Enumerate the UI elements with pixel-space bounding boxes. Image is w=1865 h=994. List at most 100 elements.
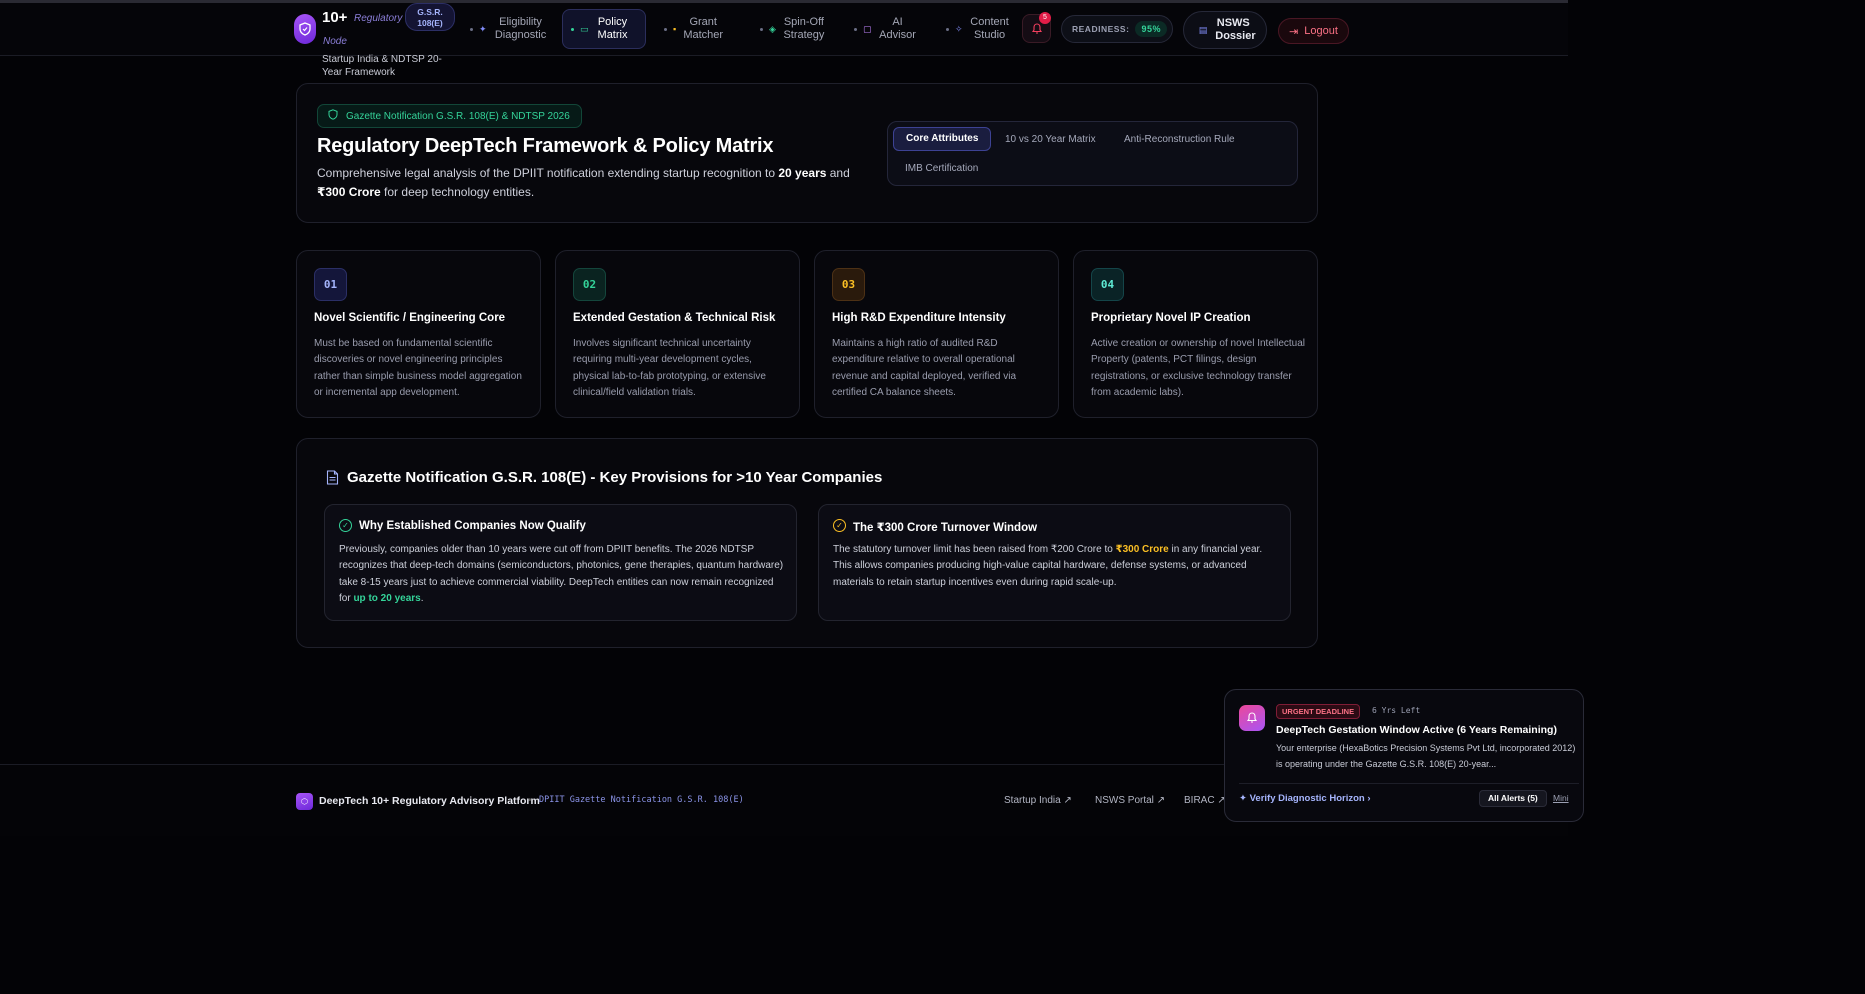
document-icon: ▭ [580,23,589,34]
brand-node: Node [323,36,347,47]
tab-core-attributes[interactable]: Core Attributes [893,127,992,151]
sparkle-icon: ✦ [1239,793,1247,804]
logout-button[interactable]: ⇥ Logout [1278,18,1349,44]
footer-logo-icon: ⬡ [296,793,313,810]
footer-link-startup-india[interactable]: Startup India ↗ [1004,795,1072,806]
footer-gazette: DPIIT Gazette Notification G.S.R. 108(E) [539,795,744,805]
link-label: Startup India [1004,795,1061,806]
nav-dot [760,27,763,31]
tab-10-vs-20-year-matrix[interactable]: 10 vs 20 Year Matrix [993,128,1108,152]
nav-spin-off-strategy[interactable]: ◈ Spin-Off Strategy [752,9,834,49]
urgent-badge: URGENT DEADLINE [1276,704,1361,719]
attribute-description: Must be based on fundamental scientific … [314,338,522,399]
external-link-icon: ↗ [1156,795,1166,806]
toast-body: Your enterprise (HexaBotics Precision Sy… [1276,743,1576,769]
nav-dot [664,27,667,31]
verify-label: Verify Diagnostic Horizon [1249,793,1365,804]
footer-link-nsws-portal[interactable]: NSWS Portal ↗ [1095,795,1165,806]
attribute-card: 01 Novel Scientific / Engineering Core M… [296,250,541,418]
chat-icon: ▢ [863,23,872,34]
attribute-number: 02 [573,268,606,301]
verify-diagnostic-link[interactable]: ✦ Verify Diagnostic Horizon › [1239,793,1371,804]
nav-eligibility-diagnostic[interactable]: ✦ Eligibility Diagnostic [462,9,557,49]
provision-highlight: ₹300 Crore [1115,544,1169,555]
time-left: 6 Yrs Left [1372,706,1421,715]
gazette-badge-text: Gazette Notification G.S.R. 108(E) & NDT… [346,110,570,122]
attribute-number: 04 [1091,268,1124,301]
footer-platform-name: DeepTech 10+ Regulatory Advisory Platfor… [319,795,540,807]
shield-logo-icon[interactable] [294,14,316,44]
provision-body: The statutory turnover limit has been ra… [833,544,1116,555]
nav-content-studio[interactable]: ✧ Content Studio [938,9,1019,49]
link-label: NSWS Portal [1095,795,1154,806]
desc-text: and [826,166,850,180]
provision-text: Previously, companies older than 10 year… [339,542,784,608]
nav-label: Eligibility Diagnostic [494,16,547,41]
nav-label: AI Advisor [879,16,916,41]
all-alerts-button[interactable]: All Alerts (5) [1479,790,1547,807]
attribute-title: High R&D Expenditure Intensity [832,312,1006,324]
attribute-card: 02 Extended Gestation & Technical Risk I… [555,250,800,418]
attribute-card: 04 Proprietary Novel IP Creation Active … [1073,250,1318,418]
provision-end: . [420,593,424,605]
nav-dot [571,27,574,31]
attribute-number: 01 [314,268,347,301]
provision-card-turnover: ✓ The ₹300 Crore Turnover Window The sta… [818,504,1291,621]
external-link-icon: ↗ [1063,795,1072,806]
nsws-dossier-button[interactable]: ▤ NSWS Dossier [1183,11,1267,49]
attribute-number: 03 [832,268,865,301]
shield-icon [328,109,338,123]
nav-label: Content Studio [970,16,1009,41]
attribute-title: Extended Gestation & Technical Risk [573,312,776,324]
provisions-section: Gazette Notification G.S.R. 108(E) - Key… [296,438,1318,648]
lock-icon: ▪ [673,23,677,34]
desc-highlight-crore: ₹300 Crore [317,185,381,199]
tab-anti-reconstruction-rule[interactable]: Anti-Reconstruction Rule [1112,128,1247,152]
tab-imb-certification[interactable]: IMB Certification [893,157,990,181]
attribute-card: 03 High R&D Expenditure Intensity Mainta… [814,250,1059,418]
provision-text: The statutory turnover limit has been ra… [833,542,1278,591]
desc-text: Comprehensive legal analysis of the DPII… [317,166,779,180]
gsr-pill: G.S.R. 108(E) [405,3,455,31]
nav-ai-advisor[interactable]: ▢ AI Advisor [846,9,926,49]
readiness-label: READINESS: [1072,24,1130,34]
provision-title: Why Established Companies Now Qualify [359,520,586,532]
urgent-deadline-toast: URGENT DEADLINE 6 Yrs Left DeepTech Gest… [1224,689,1584,822]
attribute-description: Involves significant technical uncertain… [573,338,766,399]
nav-policy-matrix[interactable]: ▭ Policy Matrix [562,9,646,49]
nav-dot [946,27,949,31]
gazette-badge: Gazette Notification G.S.R. 108(E) & NDT… [317,104,582,128]
readiness-indicator: READINESS: 95% [1061,15,1173,43]
attribute-title: Proprietary Novel IP Creation [1091,312,1251,324]
notification-badge: 5 [1039,12,1051,24]
nav-grant-matcher[interactable]: ▪ Grant Matcher [656,9,732,49]
desc-highlight-years: 20 years [778,166,827,180]
document-icon [326,470,339,490]
brand-tag: Regulatory [354,13,403,24]
desc-text: for deep technology entities. [380,185,535,199]
provisions-title: Gazette Notification G.S.R. 108(E) - Key… [347,469,883,486]
attribute-description: Maintains a high ratio of audited R&D ex… [832,338,1017,399]
minimize-link[interactable]: Mini [1553,793,1569,803]
nav-dot [854,27,857,31]
footer-link-birac[interactable]: BIRAC ↗ [1184,795,1226,806]
nsws-label: NSWS Dossier [1215,17,1256,42]
nav-label: Policy Matrix [597,16,628,41]
provision-highlight: up to 20 years [353,593,421,605]
nav-label: Spin-Off Strategy [783,16,825,41]
readiness-value: 95% [1135,21,1167,37]
divider [1239,783,1579,784]
footer-separator: • [528,795,532,806]
attribute-description: Active creation or ownership of novel In… [1091,338,1306,399]
hero-section: Gazette Notification G.S.R. 108(E) & NDT… [296,83,1318,223]
check-circle-icon: ✓ [833,519,846,532]
nav-dot [470,27,473,31]
link-label: BIRAC [1184,795,1215,806]
provision-card-established: ✓ Why Established Companies Now Qualify … [324,504,797,621]
brand-subtitle: Startup India & NDTSP 20-Year Framework [322,54,442,78]
wand-icon: ✧ [955,23,963,34]
layers-icon: ◈ [769,23,776,34]
check-circle-icon: ✓ [339,519,352,532]
logout-icon: ⇥ [1289,25,1299,38]
attribute-title: Novel Scientific / Engineering Core [314,312,506,324]
